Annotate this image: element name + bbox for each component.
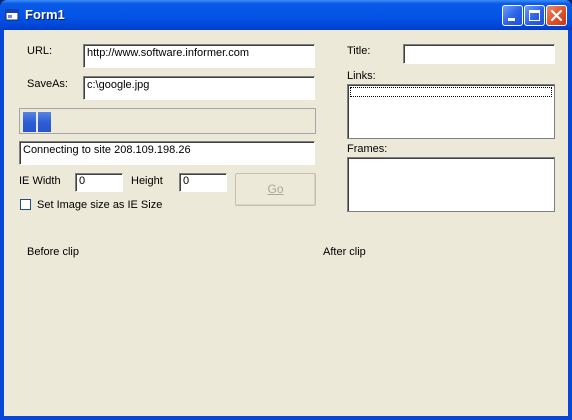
title-label: Title: (347, 45, 371, 57)
set-image-size-label: Set Image size as IE Size (37, 199, 163, 211)
status-field[interactable]: Connecting to site 208.109.198.26 (19, 141, 315, 165)
window-border-right (568, 30, 572, 420)
app-icon (5, 9, 19, 21)
title-field[interactable] (403, 44, 555, 64)
minimize-button[interactable] (502, 5, 523, 26)
close-button[interactable] (546, 5, 567, 26)
set-image-size-checkbox[interactable] (20, 199, 31, 210)
window-title: Form1 (25, 7, 65, 22)
saveas-label: SaveAs: (27, 78, 68, 90)
close-icon (550, 9, 563, 22)
saveas-field[interactable]: c:\google.jpg (83, 76, 315, 100)
progress-segment (38, 112, 51, 132)
maximize-button[interactable] (524, 5, 545, 26)
after-clip-label: After clip (323, 246, 366, 258)
url-field[interactable]: http://www.software.informer.com (83, 44, 315, 68)
links-label: Links: (347, 70, 376, 82)
window-border-bottom (0, 416, 572, 420)
minimize-icon (508, 18, 515, 21)
ie-width-label: IE Width (19, 175, 61, 187)
go-button[interactable]: Go (235, 173, 316, 206)
progress-segment (23, 112, 36, 132)
links-listbox[interactable] (347, 84, 555, 139)
ie-width-field[interactable]: 0 (75, 173, 123, 192)
frames-listbox[interactable] (347, 157, 555, 212)
height-label: Height (131, 175, 163, 187)
links-focus-rect (350, 87, 552, 97)
window-border-left (0, 30, 4, 420)
before-clip-label: Before clip (27, 246, 79, 258)
height-field[interactable]: 0 (179, 173, 227, 192)
progress-bar (19, 108, 316, 134)
url-label: URL: (27, 45, 53, 57)
maximize-icon (529, 10, 540, 21)
title-bar[interactable]: Form1 (0, 0, 572, 30)
frames-label: Frames: (347, 143, 388, 155)
form1-window: Form1 URL: http://www.software.informer.… (0, 0, 572, 420)
form-client-area: URL: http://www.software.informer.com Sa… (4, 30, 568, 416)
